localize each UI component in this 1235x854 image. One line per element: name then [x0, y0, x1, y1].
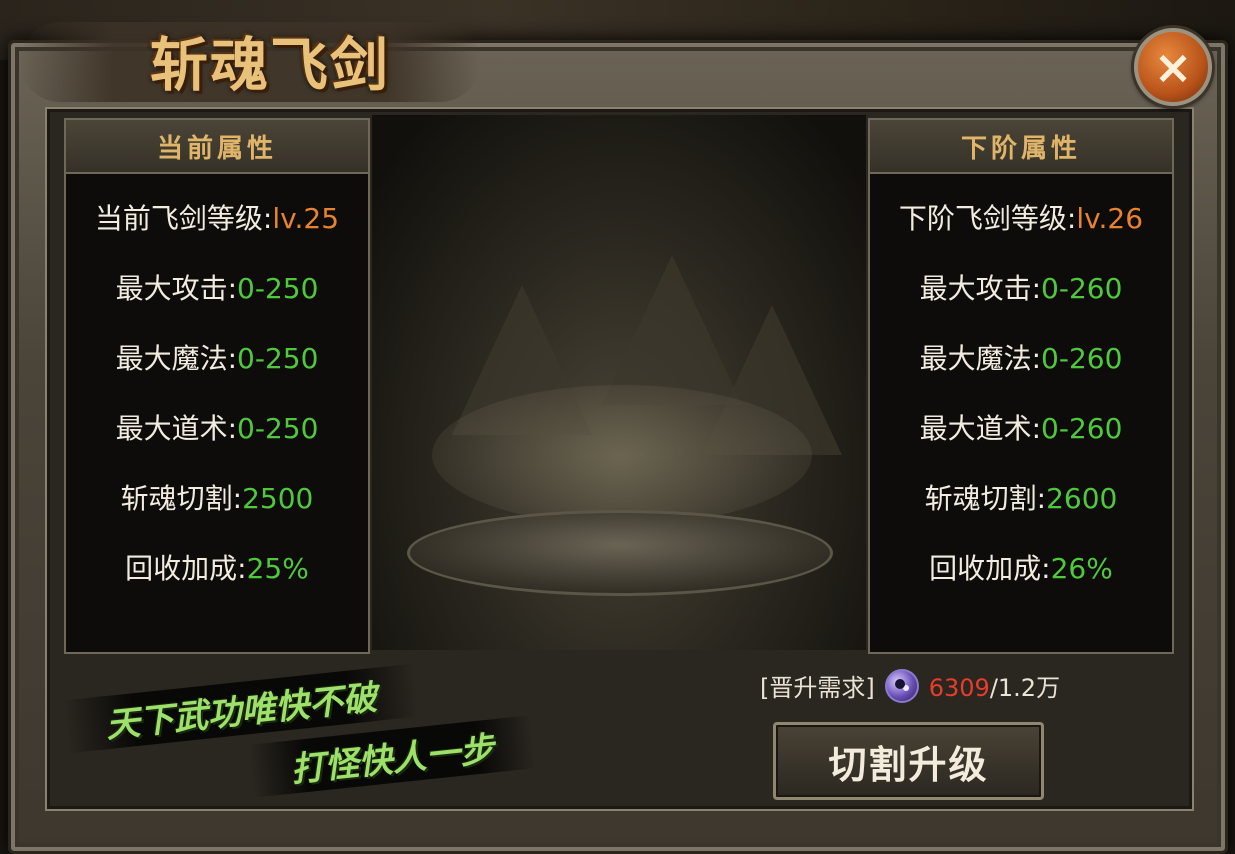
attr-value: lv.26: [1076, 202, 1144, 235]
attr-row-cut: 斩魂切割: 2600: [870, 464, 1172, 534]
dialog-title-logo: 斩魂飞剑: [150, 31, 391, 99]
close-icon: ×: [1153, 40, 1193, 94]
attr-row-level: 当前飞剑等级: lv.25: [66, 184, 368, 254]
attr-value: 25%: [246, 552, 309, 585]
attr-label: 最大攻击:: [115, 272, 238, 305]
attr-value: 0-250: [237, 412, 319, 445]
sword-altar-scene: [372, 115, 866, 650]
panel-header: 下阶属性: [870, 120, 1172, 174]
attr-label: 回收加成:: [929, 552, 1051, 585]
requirement-label: [晋升需求]: [760, 674, 875, 702]
attr-value: 0-250: [237, 342, 319, 375]
attr-value: 0-260: [1041, 412, 1123, 445]
upgrade-requirement: [晋升需求] 6309/1.2万: [760, 668, 1060, 703]
requirement-have: 6309: [928, 674, 990, 702]
attr-label: 回收加成:: [125, 552, 247, 585]
yin-yang-orb-icon: [884, 668, 919, 703]
attr-value: 0-260: [1041, 342, 1123, 375]
altar-platform: [407, 510, 833, 596]
attr-value: 0-260: [1041, 272, 1123, 305]
attr-label: 下阶飞剑等级:: [898, 202, 1077, 235]
attr-row-recycle: 回收加成: 26%: [870, 534, 1172, 604]
close-button[interactable]: ×: [1134, 28, 1212, 106]
attr-label: 最大魔法:: [115, 342, 238, 375]
cut-upgrade-button[interactable]: 切割升级: [773, 722, 1044, 800]
requirement-need: /1.2万: [989, 674, 1061, 702]
attr-value: 2600: [1046, 482, 1118, 515]
attr-value: 26%: [1050, 552, 1113, 585]
attr-label: 当前飞剑等级:: [94, 202, 273, 235]
attr-label: 最大道术:: [115, 412, 238, 445]
attr-value: 0-250: [237, 272, 319, 305]
next-attributes-panel: 下阶属性 下阶飞剑等级: lv.26 最大攻击: 0-260 最大魔法: 0-2…: [868, 118, 1174, 654]
attr-row-taoism: 最大道术: 0-250: [66, 394, 368, 464]
attr-row-attack: 最大攻击: 0-260: [870, 254, 1172, 324]
attr-value: 2500: [242, 482, 314, 515]
attr-row-magic: 最大魔法: 0-260: [870, 324, 1172, 394]
attr-row-level: 下阶飞剑等级: lv.26: [870, 184, 1172, 254]
panel-header: 当前属性: [66, 120, 368, 174]
current-attributes-panel: 当前属性 当前飞剑等级: lv.25 最大攻击: 0-250 最大魔法: 0-2…: [64, 118, 370, 654]
attr-row-recycle: 回收加成: 25%: [66, 534, 368, 604]
attr-label: 斩魂切割:: [924, 482, 1047, 515]
attr-label: 最大魔法:: [919, 342, 1042, 375]
attr-row-attack: 最大攻击: 0-250: [66, 254, 368, 324]
attr-row-magic: 最大魔法: 0-250: [66, 324, 368, 394]
attr-value: lv.25: [272, 202, 340, 235]
attr-label: 斩魂切割:: [120, 482, 243, 515]
attr-label: 最大攻击:: [919, 272, 1042, 305]
attr-row-taoism: 最大道术: 0-260: [870, 394, 1172, 464]
attr-label: 最大道术:: [919, 412, 1042, 445]
scene-mist: [432, 385, 812, 525]
attr-row-cut: 斩魂切割: 2500: [66, 464, 368, 534]
